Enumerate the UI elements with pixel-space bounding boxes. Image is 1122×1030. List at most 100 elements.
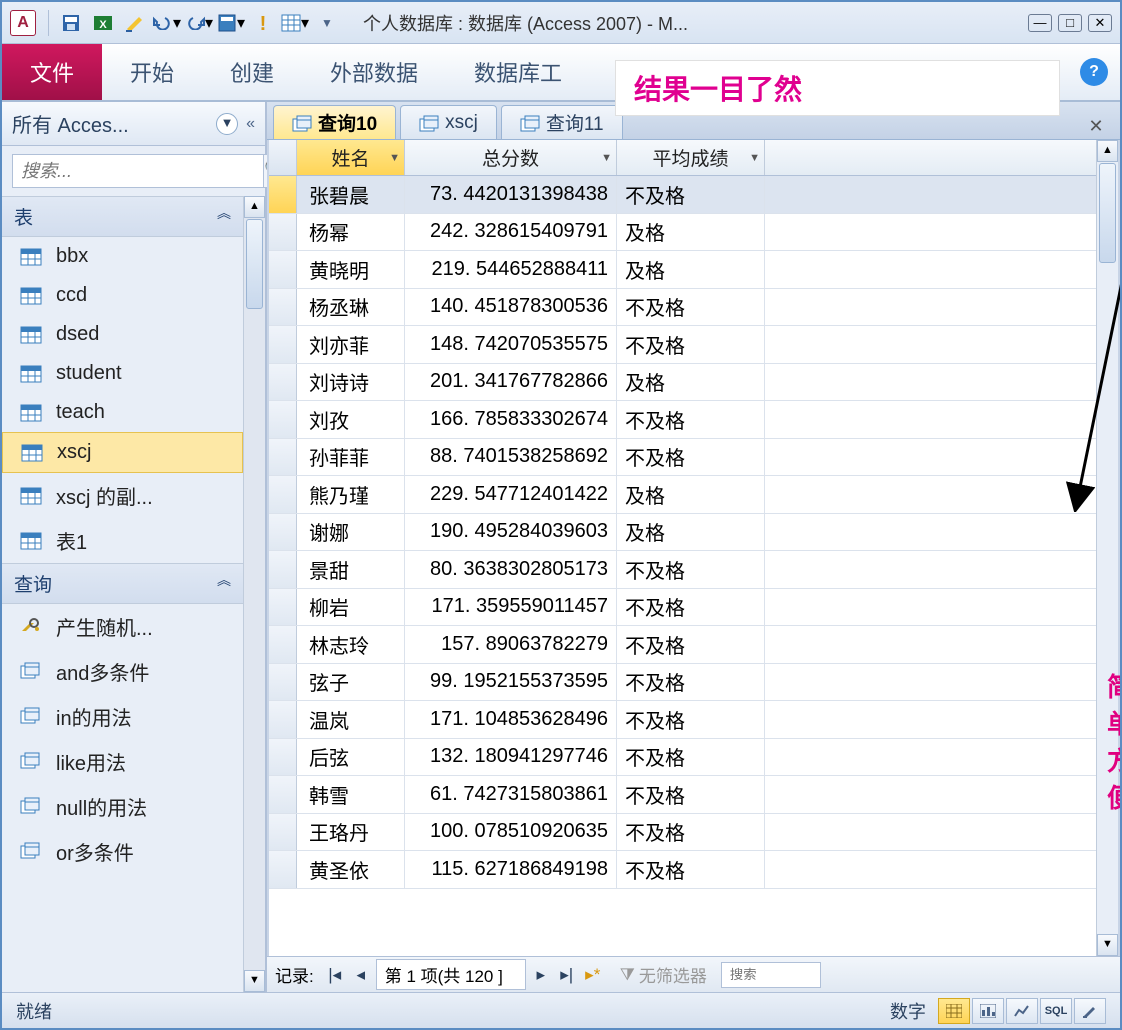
- cell-score[interactable]: 88. 7401538258692: [405, 439, 617, 476]
- cell-score[interactable]: 190. 495284039603: [405, 514, 617, 551]
- row-selector[interactable]: [269, 364, 297, 401]
- table-row[interactable]: 刘孜166. 785833302674不及格: [269, 401, 1096, 439]
- nav-table-item[interactable]: bbx: [2, 237, 243, 276]
- cell-name[interactable]: 杨丞琳: [297, 289, 405, 326]
- ribbon-file-tab[interactable]: 文件: [2, 44, 102, 100]
- cell-name[interactable]: 王珞丹: [297, 814, 405, 851]
- nav-query-item[interactable]: 产生随机...: [2, 604, 243, 649]
- column-dropdown-icon[interactable]: ▼: [749, 152, 760, 164]
- cell-avg[interactable]: 不及格: [617, 626, 765, 663]
- table-row[interactable]: 后弦132. 180941297746不及格: [269, 739, 1096, 777]
- nav-table-item[interactable]: xscj: [2, 432, 243, 473]
- row-selector[interactable]: [269, 176, 297, 213]
- cell-score[interactable]: 132. 180941297746: [405, 739, 617, 776]
- nav-table-item[interactable]: xscj 的副...: [2, 473, 243, 518]
- row-selector[interactable]: [269, 214, 297, 251]
- cell-avg[interactable]: 不及格: [617, 589, 765, 626]
- table-row[interactable]: 王珞丹100. 078510920635不及格: [269, 814, 1096, 852]
- row-selector[interactable]: [269, 476, 297, 513]
- qat-customize-icon[interactable]: ▼: [313, 9, 341, 37]
- datasheet-scroll-thumb[interactable]: [1099, 163, 1116, 263]
- cell-score[interactable]: 100. 078510920635: [405, 814, 617, 851]
- cell-avg[interactable]: 不及格: [617, 851, 765, 888]
- view-design-icon[interactable]: [1074, 998, 1106, 1024]
- table-row[interactable]: 张碧晨73. 4420131398438不及格: [269, 176, 1096, 214]
- cell-name[interactable]: 林志玲: [297, 626, 405, 663]
- table-row[interactable]: 黄圣依115. 627186849198不及格: [269, 851, 1096, 889]
- cell-name[interactable]: 黄晓明: [297, 251, 405, 288]
- document-tab[interactable]: xscj: [400, 105, 497, 139]
- nav-scroll-down-icon[interactable]: ▼: [244, 970, 265, 992]
- nav-table-item[interactable]: dsed: [2, 315, 243, 354]
- column-dropdown-icon[interactable]: ▼: [601, 152, 612, 164]
- row-selector[interactable]: [269, 701, 297, 738]
- table-row[interactable]: 杨丞琳140. 451878300536不及格: [269, 289, 1096, 327]
- maximize-button[interactable]: □: [1058, 14, 1082, 32]
- row-selector[interactable]: [269, 664, 297, 701]
- cell-score[interactable]: 140. 451878300536: [405, 289, 617, 326]
- view-datasheet-icon[interactable]: [938, 998, 970, 1024]
- qat-undo-icon[interactable]: ▾: [153, 9, 181, 37]
- qat-save-icon[interactable]: [57, 9, 85, 37]
- ribbon-tab-create[interactable]: 创建: [202, 44, 302, 100]
- cell-name[interactable]: 后弦: [297, 739, 405, 776]
- table-row[interactable]: 熊乃瑾229. 547712401422及格: [269, 476, 1096, 514]
- column-header-score[interactable]: 总分数▼: [405, 140, 617, 175]
- help-icon[interactable]: ?: [1080, 58, 1108, 86]
- cell-name[interactable]: 孙菲菲: [297, 439, 405, 476]
- cell-name[interactable]: 刘亦菲: [297, 326, 405, 363]
- nav-query-item[interactable]: null的用法: [2, 784, 243, 829]
- nav-query-item[interactable]: like用法: [2, 739, 243, 784]
- nav-dropdown-icon[interactable]: ▼: [216, 113, 238, 135]
- cell-avg[interactable]: 不及格: [617, 176, 765, 213]
- record-prev-icon[interactable]: ◂: [350, 963, 372, 987]
- row-selector[interactable]: [269, 626, 297, 663]
- datasheet-scroll-up-icon[interactable]: ▲: [1097, 140, 1118, 162]
- table-row[interactable]: 韩雪61. 7427315803861不及格: [269, 776, 1096, 814]
- view-chart-icon[interactable]: [1006, 998, 1038, 1024]
- table-row[interactable]: 黄晓明219. 544652888411及格: [269, 251, 1096, 289]
- close-button[interactable]: ✕: [1088, 14, 1112, 32]
- row-selector[interactable]: [269, 739, 297, 776]
- qat-form-icon[interactable]: ▾: [217, 9, 245, 37]
- row-selector[interactable]: [269, 776, 297, 813]
- qat-excel-icon[interactable]: X: [89, 9, 117, 37]
- doc-close-icon[interactable]: ✕: [1084, 115, 1108, 139]
- cell-avg[interactable]: 不及格: [617, 326, 765, 363]
- row-selector[interactable]: [269, 439, 297, 476]
- cell-score[interactable]: 242. 328615409791: [405, 214, 617, 251]
- cell-name[interactable]: 韩雪: [297, 776, 405, 813]
- cell-name[interactable]: 景甜: [297, 551, 405, 588]
- cell-score[interactable]: 201. 341767782866: [405, 364, 617, 401]
- cell-score[interactable]: 148. 742070535575: [405, 326, 617, 363]
- cell-name[interactable]: 柳岩: [297, 589, 405, 626]
- row-selector[interactable]: [269, 851, 297, 888]
- cell-name[interactable]: 刘孜: [297, 401, 405, 438]
- document-tab[interactable]: 查询10: [273, 105, 396, 139]
- cell-avg[interactable]: 不及格: [617, 289, 765, 326]
- row-selector[interactable]: [269, 514, 297, 551]
- cell-name[interactable]: 刘诗诗: [297, 364, 405, 401]
- nav-query-item[interactable]: in的用法: [2, 694, 243, 739]
- cell-name[interactable]: 熊乃瑾: [297, 476, 405, 513]
- table-row[interactable]: 谢娜190. 495284039603及格: [269, 514, 1096, 552]
- cell-avg[interactable]: 及格: [617, 214, 765, 251]
- cell-score[interactable]: 229. 547712401422: [405, 476, 617, 513]
- cell-avg[interactable]: 不及格: [617, 739, 765, 776]
- table-row[interactable]: 弦子99. 1952155373595不及格: [269, 664, 1096, 702]
- select-all-corner[interactable]: [269, 140, 297, 175]
- cell-name[interactable]: 张碧晨: [297, 176, 405, 213]
- cell-name[interactable]: 谢娜: [297, 514, 405, 551]
- cell-score[interactable]: 171. 104853628496: [405, 701, 617, 738]
- minimize-button[interactable]: —: [1028, 14, 1052, 32]
- record-new-icon[interactable]: ▸*: [582, 963, 604, 987]
- nav-scroll-up-icon[interactable]: ▲: [244, 196, 265, 218]
- ribbon-tab-external[interactable]: 外部数据: [302, 44, 446, 100]
- cell-score[interactable]: 80. 3638302805173: [405, 551, 617, 588]
- nav-collapse-icon[interactable]: «: [246, 115, 255, 133]
- nav-scroll-thumb[interactable]: [246, 219, 263, 309]
- cell-score[interactable]: 73. 4420131398438: [405, 176, 617, 213]
- row-selector[interactable]: [269, 814, 297, 851]
- row-selector[interactable]: [269, 289, 297, 326]
- table-row[interactable]: 孙菲菲88. 7401538258692不及格: [269, 439, 1096, 477]
